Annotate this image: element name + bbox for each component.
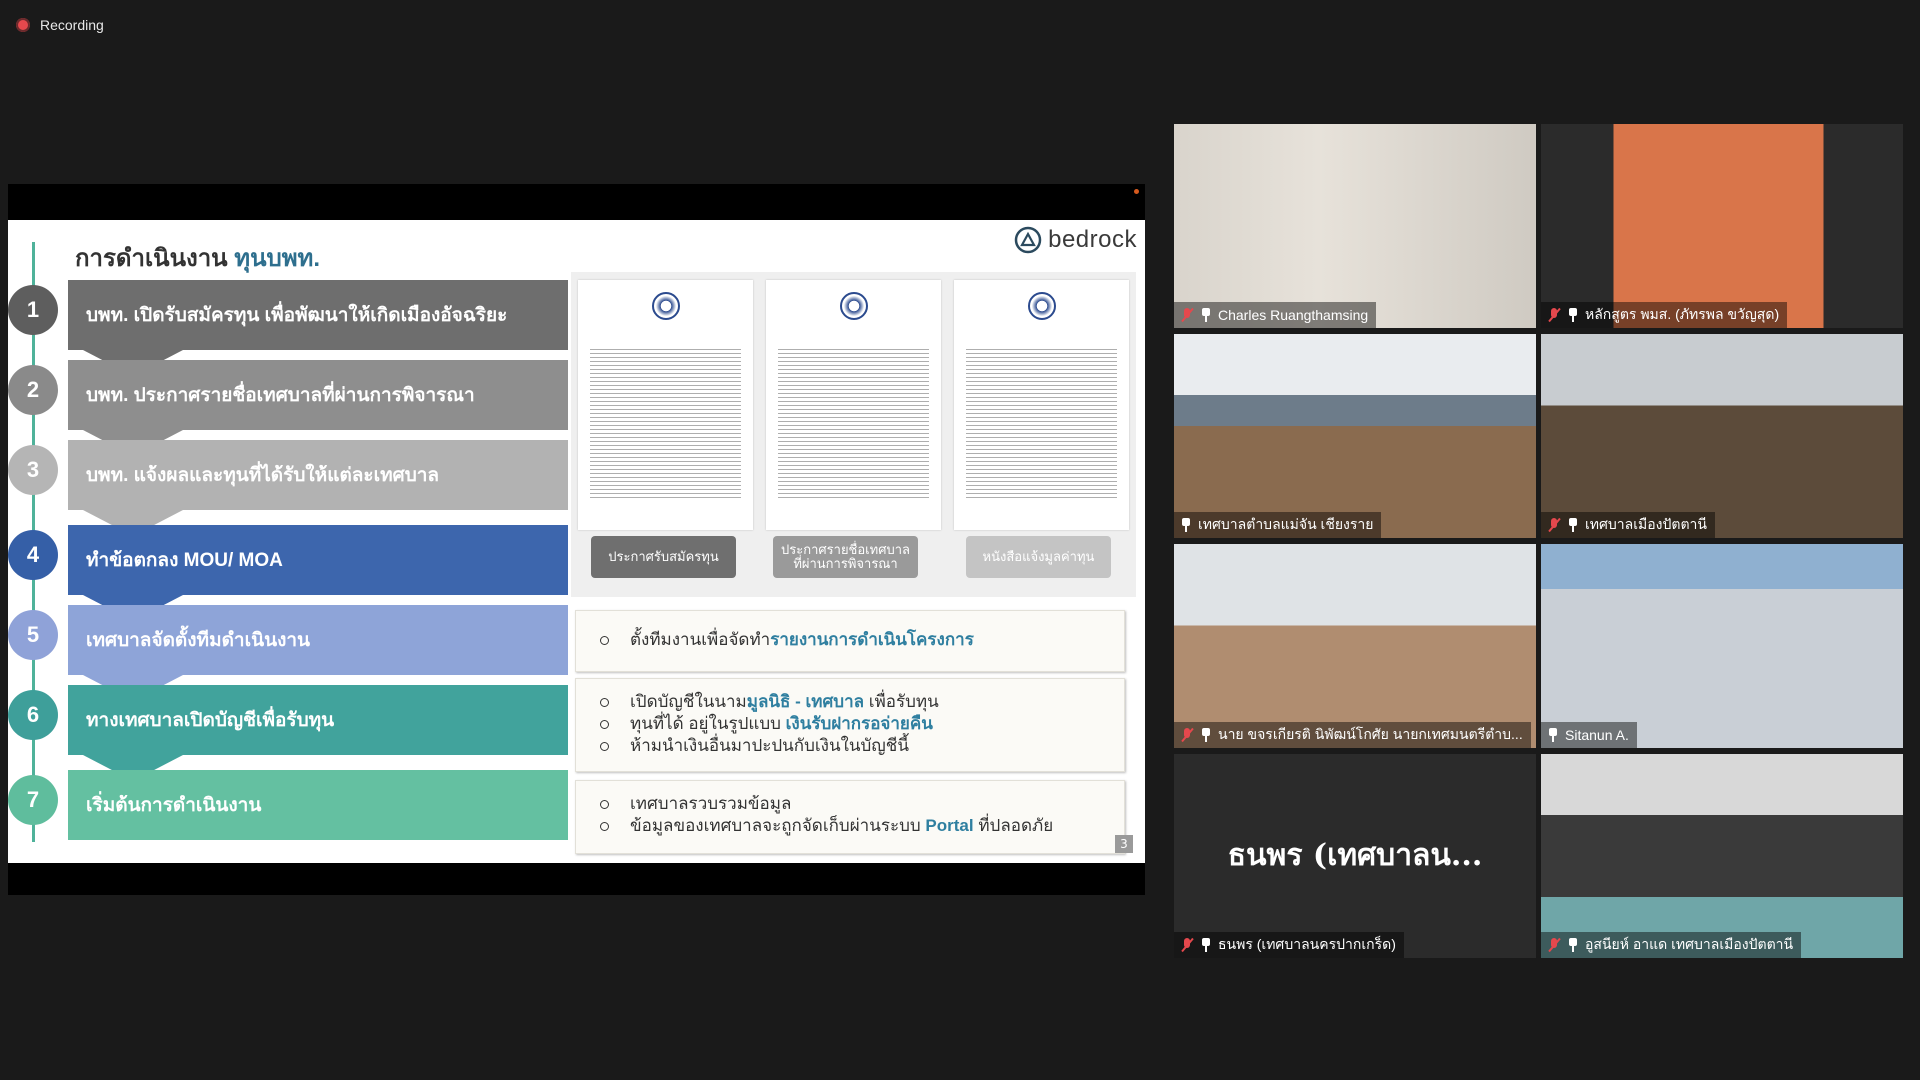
mic-muted-icon bbox=[1547, 307, 1561, 323]
participant-video bbox=[1541, 544, 1903, 748]
shared-screen: การดำเนินงาน ทุนบพท. bedrock 1 บพท. เปิดร… bbox=[8, 184, 1145, 895]
info-box-account: เปิดบัญชีในนามมูลนิธิ - เทศบาล เพื่อรับท… bbox=[575, 678, 1125, 772]
record-icon bbox=[16, 18, 30, 32]
mic-muted-icon bbox=[1547, 517, 1561, 533]
pin-icon bbox=[1547, 728, 1559, 742]
info-item: เปิดบัญชีในนามมูลนิธิ - เทศบาล เพื่อรับท… bbox=[600, 691, 1100, 713]
pin-icon bbox=[1567, 518, 1579, 532]
participant-name-bar: อูสนียห์ อาแด เทศบาลเมืองปัตตานี bbox=[1541, 932, 1802, 958]
bedrock-logo-icon bbox=[1014, 226, 1042, 254]
slide-title-main: การดำเนินงาน bbox=[75, 245, 228, 272]
step-number: 2 bbox=[8, 365, 58, 415]
step-label: ทำข้อตกลง MOU/ MOA bbox=[68, 525, 568, 595]
info-box-data: เทศบาลรวบรวมข้อมูล ข้อมูลของเทศบาลจะถูกจั… bbox=[575, 780, 1125, 854]
participant-video bbox=[1541, 334, 1903, 538]
document-thumbnail bbox=[766, 280, 941, 530]
seal-icon bbox=[651, 292, 680, 320]
participant-tile[interactable]: นาย ขจรเกียรติ นิพัฒน์โกศัย นายกเทศมนตรี… bbox=[1174, 544, 1536, 748]
pin-icon bbox=[1200, 728, 1212, 742]
pin-icon bbox=[1567, 308, 1579, 322]
pin-icon bbox=[1567, 938, 1579, 952]
participant-tile[interactable]: หลักสูตร พมส. (ภัทรพล ขวัญสุด) bbox=[1541, 124, 1903, 328]
participant-name: หลักสูตร พมส. (ภัทรพล ขวัญสุด) bbox=[1585, 306, 1780, 322]
participant-name-bar: หลักสูตร พมส. (ภัทรพล ขวัญสุด) bbox=[1541, 302, 1788, 328]
participant-name-bar: นาย ขจรเกียรติ นิพัฒน์โกศัย นายกเทศมนตรี… bbox=[1174, 722, 1531, 748]
document-thumbnail bbox=[954, 280, 1129, 530]
participant-name: ธนพร (เทศบาลนครปากเกร็ด) bbox=[1218, 936, 1396, 952]
share-indicator-icon bbox=[1134, 189, 1139, 194]
participant-tile[interactable]: เทศบาลเมืองปัตตานี bbox=[1541, 334, 1903, 538]
participant-name: Charles Ruangthamsing bbox=[1218, 307, 1369, 323]
step-label: บพท. ประกาศรายชื่อเทศบาลที่ผ่านการพิจารณ… bbox=[68, 360, 568, 430]
participant-tile[interactable]: Sitanun A. bbox=[1541, 544, 1903, 748]
step-number: 6 bbox=[8, 690, 58, 740]
participant-name: เทศบาลเมืองปัตตานี bbox=[1585, 516, 1707, 532]
doc-button-letter: หนังสือแจ้งมูลค่าทุน bbox=[966, 536, 1111, 578]
mic-muted-icon bbox=[1547, 937, 1561, 953]
step-label: บพท. เปิดรับสมัครทุน เพื่อพัฒนาให้เกิดเม… bbox=[68, 280, 568, 350]
pin-icon bbox=[1180, 518, 1192, 532]
participant-name: นาย ขจรเกียรติ นิพัฒน์โกศัย นายกเทศมนตรี… bbox=[1218, 726, 1523, 742]
brand-name: bedrock bbox=[1048, 226, 1137, 253]
step-label: บพท. แจ้งผลและทุนที่ได้รับให้แต่ละเทศบาล bbox=[68, 440, 568, 510]
participant-name: เทศบาลตำบลแม่จัน เชียงราย bbox=[1198, 516, 1374, 532]
presentation-slide: การดำเนินงาน ทุนบพท. bedrock 1 บพท. เปิดร… bbox=[8, 220, 1145, 863]
slide-title-accent: ทุนบพท. bbox=[234, 245, 321, 272]
brand-logo: bedrock bbox=[1014, 226, 1137, 254]
recording-label: Recording bbox=[40, 17, 104, 33]
step-number: 1 bbox=[8, 285, 58, 335]
mic-muted-icon bbox=[1180, 727, 1194, 743]
info-item: ตั้งทีมงานเพื่อจัดทำรายงานการดำเนินโครงก… bbox=[600, 629, 1100, 651]
participant-tile[interactable]: เทศบาลตำบลแม่จัน เชียงราย bbox=[1174, 334, 1536, 538]
step-number: 3 bbox=[8, 445, 58, 495]
info-item: เทศบาลรวบรวมข้อมูล bbox=[600, 793, 1100, 815]
doc-button-list: ประกาศรายชื่อเทศบาลที่ผ่านการพิจารณา bbox=[773, 536, 918, 578]
participant-name: อูสนียห์ อาแด เทศบาลเมืองปัตตานี bbox=[1585, 936, 1794, 952]
info-item: ข้อมูลของเทศบาลจะถูกจัดเก็บผ่านระบบ Port… bbox=[600, 815, 1100, 837]
participant-name-bar: เทศบาลตำบลแม่จัน เชียงราย bbox=[1174, 512, 1382, 538]
pin-icon bbox=[1200, 308, 1212, 322]
step-label: เทศบาลจัดตั้งทีมดำเนินงาน bbox=[68, 605, 568, 675]
step-label: เริ่มต้นการดำเนินงาน bbox=[68, 770, 568, 840]
participant-video bbox=[1541, 754, 1903, 958]
mic-muted-icon bbox=[1180, 937, 1194, 953]
pin-icon bbox=[1200, 938, 1212, 952]
document-thumbnail bbox=[578, 280, 753, 530]
step-label: ทางเทศบาลเปิดบัญชีเพื่อรับทุน bbox=[68, 685, 568, 755]
participant-tile[interactable]: อูสนียห์ อาแด เทศบาลเมืองปัตตานี bbox=[1541, 754, 1903, 958]
page-number: 3 bbox=[1115, 835, 1133, 853]
participant-tile[interactable]: ธนพร (เทศบาลน... ธนพร (เทศบาลนครปากเกร็ด) bbox=[1174, 754, 1536, 958]
participant-video bbox=[1174, 124, 1536, 328]
participant-name-bar: Charles Ruangthamsing bbox=[1174, 302, 1377, 328]
step-number: 5 bbox=[8, 610, 58, 660]
participant-name-bar: Sitanun A. bbox=[1541, 722, 1637, 748]
info-box-team: ตั้งทีมงานเพื่อจัดทำรายงานการดำเนินโครงก… bbox=[575, 610, 1125, 672]
participant-display-name: ธนพร (เทศบาลน... bbox=[1227, 838, 1483, 873]
participant-name-bar: ธนพร (เทศบาลนครปากเกร็ด) bbox=[1174, 932, 1404, 958]
participant-video bbox=[1174, 544, 1536, 748]
participant-video bbox=[1174, 334, 1536, 538]
participant-tile[interactable]: Charles Ruangthamsing bbox=[1174, 124, 1536, 328]
participant-video bbox=[1541, 124, 1903, 328]
step-number: 4 bbox=[8, 530, 58, 580]
participant-name: Sitanun A. bbox=[1565, 727, 1629, 743]
participant-name-bar: เทศบาลเมืองปัตตานี bbox=[1541, 512, 1715, 538]
recording-indicator[interactable]: Recording bbox=[16, 14, 104, 36]
step-number: 7 bbox=[8, 775, 58, 825]
seal-icon bbox=[1027, 292, 1056, 320]
seal-icon bbox=[839, 292, 868, 320]
info-item: ทุนที่ได้ อยู่ในรูปแบบ เงินรับฝากรอจ่ายค… bbox=[600, 713, 1100, 735]
document-panel: ประกาศรับสมัครทุน ประกาศรายชื่อเทศบาลที่… bbox=[571, 272, 1136, 597]
slide-title: การดำเนินงาน ทุนบพท. bbox=[75, 238, 320, 277]
doc-button-announcement: ประกาศรับสมัครทุน bbox=[591, 536, 736, 578]
mic-muted-icon bbox=[1180, 307, 1194, 323]
info-item: ห้ามนำเงินอื่นมาปะปนกับเงินในบัญชีนี้ bbox=[600, 735, 1100, 757]
